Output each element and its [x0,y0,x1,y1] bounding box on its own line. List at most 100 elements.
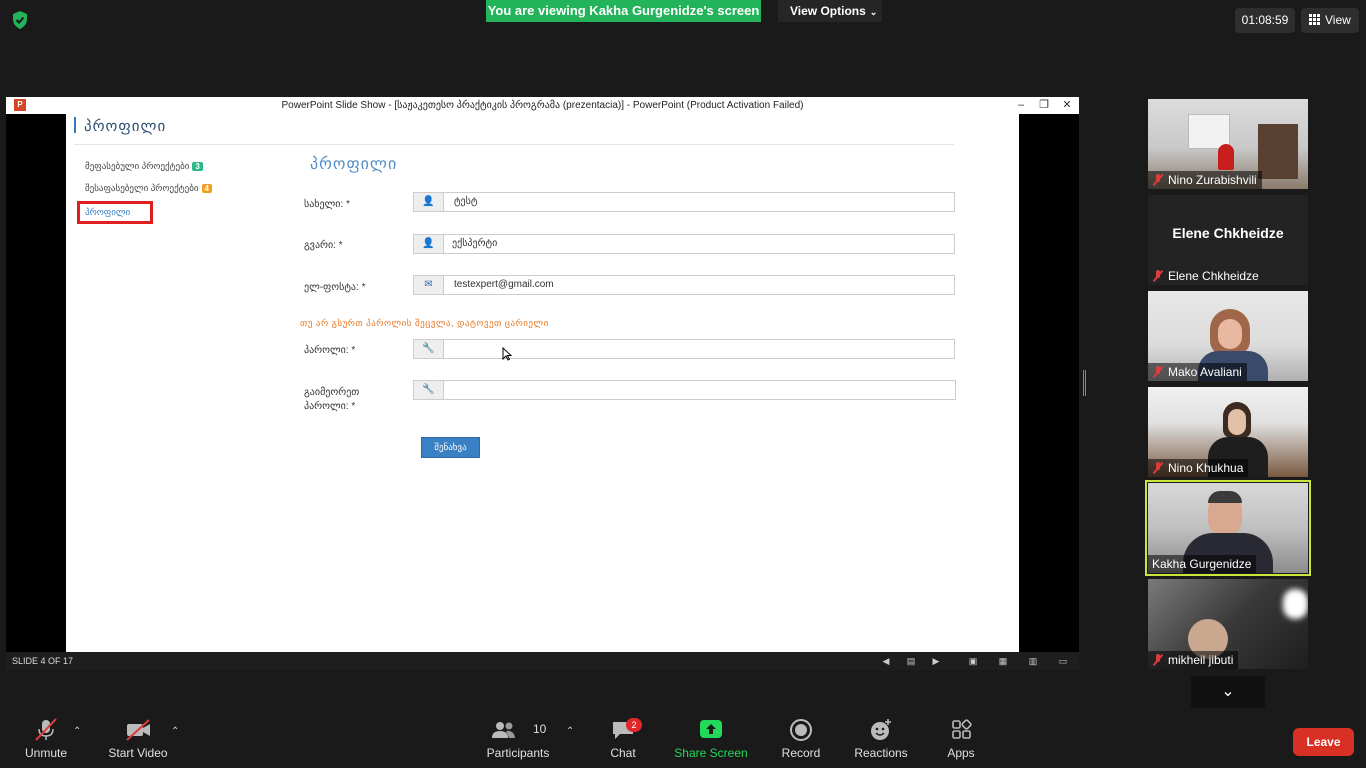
participants-button[interactable]: Participants [484,708,552,768]
scroll-down-button[interactable]: ⌄ [1191,676,1265,708]
password-hint: თუ არ გსურთ პაროლის შეცვლა, დატოვეთ ცარი… [300,318,549,328]
bookshelf [1258,124,1298,179]
repeat-password-label-line2: პაროლი: * [304,401,356,412]
password-field[interactable]: 🔧 [413,339,955,359]
participant-tile-active[interactable]: Kakha Gurgenidze [1148,483,1308,573]
share-screen-button[interactable]: Share Screen [674,708,748,768]
email-value: testexpert@gmail.com [454,279,554,290]
apps-icon [952,719,972,739]
meeting-toolbar: Unmute ⌃ Start Video ⌃ Participants 10 ⌃… [0,708,1366,768]
face [1228,409,1246,435]
light [1283,589,1308,619]
mic-muted-icon [1152,270,1164,282]
participants-options-caret[interactable]: ⌃ [566,726,574,737]
normal-view-icon[interactable]: ▣ [967,655,979,667]
reactions-icon [871,719,891,740]
mic-muted-icon [1152,174,1164,186]
repeat-password-field[interactable]: 🔧 [413,380,956,400]
participant-name: Elene Chkheidze [1148,267,1264,285]
view-layout-button[interactable]: View [1301,8,1359,33]
participant-tile[interactable]: Mako Avaliani [1148,291,1308,381]
chat-unread-badge: 2 [626,718,642,732]
start-video-button[interactable]: Start Video [104,708,172,768]
email-field[interactable]: ✉ testexpert@gmail.com [413,275,955,295]
leave-button[interactable]: Leave [1293,728,1354,756]
chevron-down-icon: ⌄ [869,7,878,17]
meeting-timer: 01:08:59 [1235,8,1295,33]
chevron-down-icon: ⌄ [1221,683,1235,700]
save-button[interactable]: შენახვა [421,437,480,458]
view-label: View [1325,13,1351,27]
sidebar-item-label: შესაფასებელი პროექტები [85,183,199,193]
chat-button[interactable]: Chat [603,708,643,768]
first-name-label: სახელი: * [304,199,350,210]
count-badge: 4 [201,184,212,193]
reading-view-icon[interactable]: ▥ [1027,655,1039,667]
previous-slide-icon[interactable]: ◀ [880,655,892,667]
first-name-value: ტესტ [454,196,478,207]
count-badge: 3 [192,162,203,171]
unmute-button[interactable]: Unmute [18,708,74,768]
participant-name: Nino Zurabishvili [1148,171,1262,189]
mic-muted-icon [1152,366,1164,378]
mouse-cursor-icon [502,347,512,361]
person [1218,144,1234,170]
repeat-password-label-line1: გაიმეორეთ [304,387,360,398]
user-icon: 👤 [414,193,444,211]
last-name-value: ექსპერტი [452,238,498,249]
chat-label: Chat [610,746,636,760]
ppt-titlebar: PowerPoint Slide Show - [საჟაკეთესო პრაქ… [6,97,1079,114]
key-icon: 🔧 [414,381,444,399]
divider [74,144,954,145]
email-label: ელ-ფოსტა: * [304,282,366,293]
record-button[interactable]: Record [778,708,824,768]
viewing-screen-banner: You are viewing Kakha Gurgenidze's scree… [486,0,761,22]
share-screen-icon [700,720,722,738]
header-accent-bar [74,117,76,133]
ppt-window-title: PowerPoint Slide Show - [საჟაკეთესო პრაქ… [281,100,804,111]
notes-icon[interactable]: ▤ [905,655,917,667]
face [1218,319,1242,349]
form-title: პროფილი [310,156,398,173]
slideshow-icon[interactable]: ▭ [1057,655,1069,667]
page-title: პროფილი [84,118,167,135]
restore-icon[interactable]: ❐ [1033,97,1055,114]
video-camera-off-icon [126,719,150,741]
shared-screen: PowerPoint Slide Show - [საჟაკეთესო პრაქ… [6,97,1079,670]
participant-name: Kakha Gurgenidze [1148,555,1257,573]
record-label: Record [781,746,821,760]
view-options-button[interactable]: View Options ⌄ [778,0,882,22]
participant-tile[interactable]: Elene Chkheidze Elene Chkheidze [1148,195,1308,285]
slide-sorter-icon[interactable]: ▦ [997,655,1009,667]
participant-name: mikheil jibuti [1148,651,1239,669]
repeat-password-label: გაიმეორეთ პაროლი: * [304,386,359,414]
next-slide-icon[interactable]: ▶ [930,655,942,667]
sidebar-item-evaluated[interactable]: მეფასებული პროექტები 3 [85,161,203,172]
participants-label: Participants [486,746,550,760]
last-name-field[interactable]: 👤 ექსპერტი [413,234,955,254]
powerpoint-icon: P [14,99,26,111]
participant-tile[interactable]: mikheil jibuti [1148,579,1308,669]
view-options-label: View Options [790,4,866,18]
participant-tile[interactable]: Nino Khukhua [1148,387,1308,477]
sidebar-item-profile[interactable]: პროფილი [77,201,153,224]
close-icon[interactable]: ✕ [1056,97,1078,114]
participant-tile[interactable]: Nino Zurabishvili [1148,99,1308,189]
audio-options-caret[interactable]: ⌃ [73,726,81,737]
mic-muted-icon [1152,462,1164,474]
minimize-icon[interactable]: – [1010,97,1032,114]
apps-button[interactable]: Apps [942,708,980,768]
reactions-button[interactable]: Reactions [852,708,910,768]
sidebar-item-label: პროფილი [85,207,131,217]
video-options-caret[interactable]: ⌃ [171,726,179,737]
user-icon: 👤 [414,235,444,253]
first-name-field[interactable]: 👤 ტესტ [413,192,955,212]
slide: პროფილი მეფასებული პროექტები 3 შესაფასებე… [66,114,1019,652]
share-screen-label: Share Screen [674,746,748,760]
sidebar-item-to-evaluate[interactable]: შესაფასებელი პროექტები 4 [85,183,212,194]
start-video-label: Start Video [108,746,168,760]
participant-display-name: Elene Chkheidze [1172,225,1284,241]
microphone-muted-icon [35,718,57,741]
panel-resize-handle[interactable] [1083,370,1086,396]
security-shield-icon[interactable] [10,10,30,30]
